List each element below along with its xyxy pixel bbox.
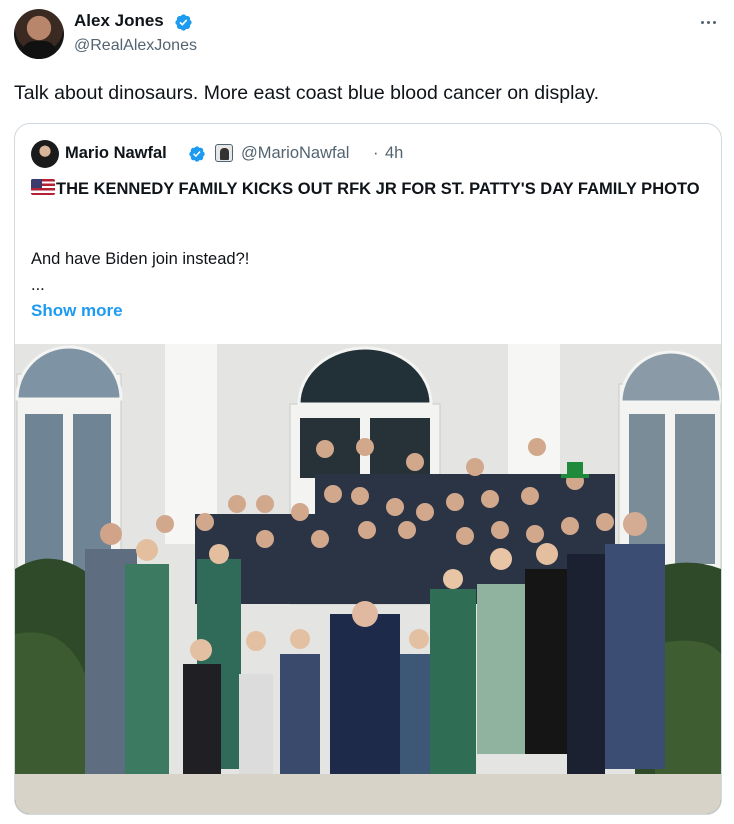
affiliate-badge-icon <box>215 144 233 162</box>
more-options-icon <box>700 20 704 24</box>
author-name[interactable]: Alex Jones <box>74 11 164 31</box>
tweet: Alex Jones @RealAlexJones Talk about din… <box>0 0 734 824</box>
more-options-button[interactable] <box>696 10 720 34</box>
quoted-author-name[interactable]: Mario Nawfal <box>65 144 167 163</box>
author-handle[interactable]: @RealAlexJones <box>74 37 197 55</box>
verified-badge-icon <box>175 14 192 31</box>
tweet-text: Talk about dinosaurs. More east coast bl… <box>14 82 599 104</box>
author-avatar[interactable] <box>14 9 64 59</box>
quoted-headline: THE KENNEDY FAMILY KICKS OUT RFK JR FOR … <box>56 180 700 198</box>
quoted-author-avatar[interactable] <box>31 140 59 168</box>
quoted-tweet[interactable]: Mario Nawfal @MarioNawfal · 4h THE KENNE… <box>14 123 722 815</box>
attached-photo[interactable] <box>15 344 721 814</box>
quoted-author-handle[interactable]: @MarioNawfal <box>241 144 349 163</box>
separator-dot: · <box>373 144 379 162</box>
show-more-link[interactable]: Show more <box>31 301 123 321</box>
quoted-timestamp[interactable]: 4h <box>385 144 403 163</box>
verified-badge-icon <box>189 146 205 162</box>
family-group-photo <box>15 344 721 814</box>
quoted-body-text: And have Biden join instead?! <box>31 250 250 268</box>
quoted-ellipsis: ... <box>31 276 45 294</box>
